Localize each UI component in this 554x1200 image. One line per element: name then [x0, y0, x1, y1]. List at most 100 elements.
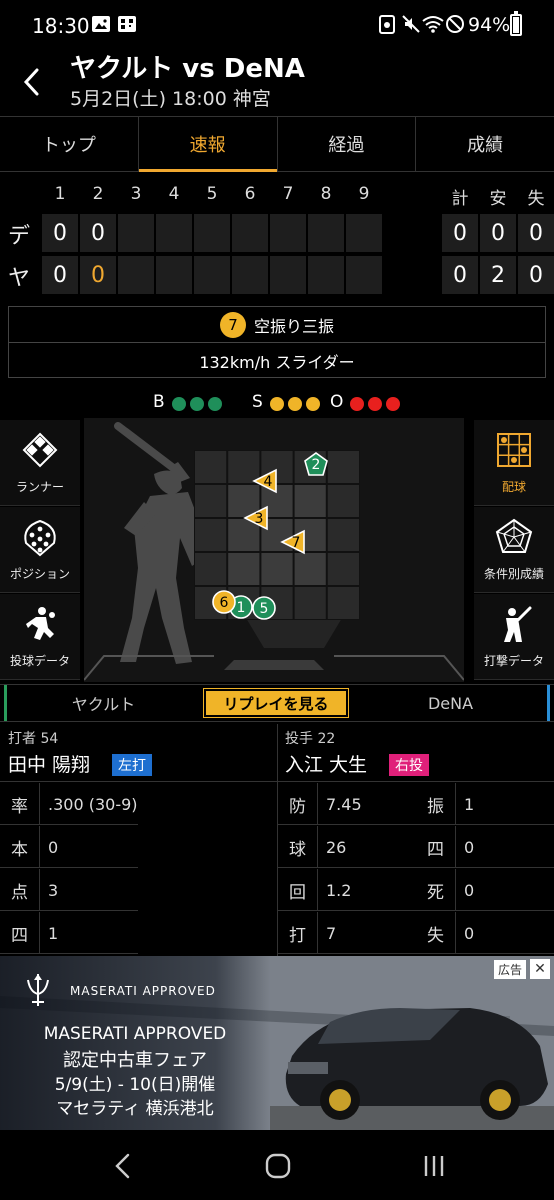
pitch-marker[interactable]: 6: [211, 589, 237, 615]
ad-banner[interactable]: MASERATI APPROVED MASERATI APPROVED 認定中古…: [0, 956, 554, 1130]
strike-dot: [288, 397, 302, 411]
stat-label: 防: [278, 783, 318, 825]
no-entry-icon: [446, 15, 464, 33]
total-score: 0: [442, 214, 478, 252]
runner-button[interactable]: ランナー: [0, 420, 80, 506]
stat-row: 死0: [416, 869, 554, 911]
inning-header: 4: [168, 184, 180, 204]
pitch-marker-number: 6: [220, 595, 229, 611]
total-header: 計: [451, 189, 469, 209]
replay-button[interactable]: リプレイを見る: [203, 688, 349, 718]
pitch-marker-number: 7: [292, 535, 301, 551]
ad-line-3: 5/9(土) - 10(日)開催: [54, 1075, 216, 1095]
pitch-chart-label: 配球: [501, 480, 526, 494]
stat-row: 球 26: [278, 826, 416, 868]
stat-value: 7.45: [326, 794, 362, 814]
inning-score: [118, 214, 154, 252]
stat-label: 失: [416, 912, 456, 954]
status-time: 18:30: [32, 14, 90, 38]
pitcher-info: 投手 22 入江 大生 右投: [277, 724, 554, 782]
pitch-marker[interactable]: 4: [252, 468, 278, 494]
pitch-marker-number: 2: [312, 457, 321, 473]
inning-header: 5: [206, 184, 218, 204]
field-positions-icon: [24, 519, 56, 557]
pitch-detail: 132km/h スライダー: [199, 353, 355, 372]
back-button[interactable]: [14, 60, 50, 104]
pitch-marker-number: 4: [264, 474, 273, 490]
inning-score: [308, 214, 344, 252]
ad-line-4: マセラティ 横浜港北: [56, 1099, 214, 1119]
play-result: 空振り三振: [253, 316, 334, 336]
inning-header: 2: [92, 184, 104, 204]
inning-score: [232, 256, 268, 294]
inning-score: [346, 214, 382, 252]
wifi-icon: [422, 16, 444, 33]
status-bar: 18:30 94%: [0, 0, 554, 52]
pitch-marker[interactable]: 5: [251, 595, 277, 621]
strike-dot: [270, 397, 284, 411]
recents-nav-icon[interactable]: [420, 1152, 448, 1180]
out-label: O: [330, 392, 344, 412]
pitch-marker[interactable]: 7: [280, 529, 306, 555]
out-dot: [350, 397, 364, 411]
ball-dot: [208, 397, 222, 411]
inning-score: [156, 214, 192, 252]
stat-row: 四0: [416, 826, 554, 868]
stat-row: 打7: [278, 912, 416, 954]
stat-value: .300 (30-9): [48, 794, 138, 814]
stat-label: 四: [416, 826, 456, 868]
inning-score: [194, 256, 230, 294]
pitch-marker-number: 3: [255, 511, 264, 527]
ad-label: 広告: [493, 960, 526, 979]
stat-row: 振1: [416, 783, 554, 825]
pitch-marker-number: 1: [237, 600, 246, 616]
stat-value: 7: [326, 923, 337, 943]
away-team-button[interactable]: DeNA: [354, 685, 550, 721]
total-score: 0: [518, 214, 554, 252]
pitcher-name[interactable]: 入江 大生: [285, 750, 367, 777]
page-title: ヤクルト vs DeNA: [70, 54, 305, 84]
pitch-marker-number: 5: [260, 601, 269, 617]
home-nav-icon[interactable]: [264, 1152, 292, 1180]
pitch-marker[interactable]: 3: [243, 505, 269, 531]
batting-data-button[interactable]: 打撃データ: [474, 594, 554, 680]
home-team-button[interactable]: ヤクルト: [4, 685, 200, 721]
tab-live[interactable]: 速報: [138, 117, 278, 172]
game-info: 5月2日(土) 18:00 神宮: [70, 88, 271, 110]
tab-stats[interactable]: 成績: [416, 117, 554, 171]
batter-name[interactable]: 田中 陽翔: [8, 750, 90, 777]
out-dot: [386, 397, 400, 411]
inning-score: [232, 214, 268, 252]
runner-label: ランナー: [15, 480, 64, 494]
conditional-stats-button[interactable]: 条件別成績: [474, 507, 554, 593]
pitch-marker[interactable]: 2: [303, 451, 329, 477]
pitching-data-button[interactable]: 投球データ: [0, 594, 80, 680]
tab-top[interactable]: トップ: [0, 117, 139, 171]
pitch-chart-button[interactable]: 配球: [474, 420, 554, 506]
inning-score: [308, 256, 344, 294]
stat-row: 失0: [416, 912, 554, 954]
stat-value: 0: [464, 923, 475, 943]
recycle-icon: [379, 15, 395, 34]
stat-label: 死: [416, 869, 456, 911]
stat-row: 点3: [0, 869, 138, 911]
chevron-left-icon: [23, 68, 39, 96]
total-header: 安: [489, 189, 507, 209]
back-nav-icon[interactable]: [110, 1152, 136, 1180]
conditional-stats-label: 条件別成績: [483, 567, 544, 581]
inning-score: 0: [42, 256, 78, 294]
batting-data-label: 打撃データ: [483, 654, 544, 668]
strike-dot: [306, 397, 320, 411]
stat-value: 1.2: [326, 880, 352, 900]
position-button[interactable]: ポジション: [0, 507, 80, 593]
pitch-number: 7: [219, 311, 246, 338]
ad-close-button[interactable]: ✕: [530, 959, 550, 979]
inning-score: 0: [42, 214, 78, 252]
inning-score: [194, 214, 230, 252]
position-label: ポジション: [9, 567, 70, 581]
inning-score: [156, 256, 192, 294]
stat-label: 点: [0, 869, 40, 911]
total-score: 0: [480, 214, 516, 252]
tab-progress[interactable]: 経過: [278, 117, 417, 171]
radar-chart-icon: [495, 518, 533, 553]
